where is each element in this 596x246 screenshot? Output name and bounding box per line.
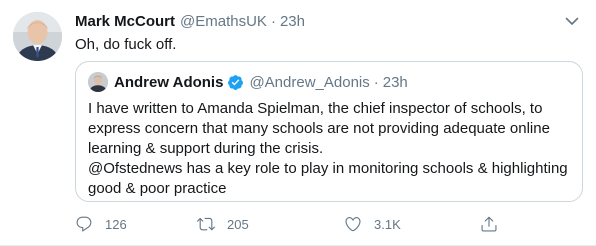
retweet-button[interactable]: 205 — [197, 212, 249, 236]
author-avatar[interactable] — [13, 12, 62, 61]
retweet-icon — [197, 217, 215, 231]
header-separator: · — [270, 12, 276, 30]
quoted-tweet-text: I have written to Amanda Spielman, the c… — [88, 99, 574, 199]
tweet-text: Oh, do fuck off. — [75, 36, 177, 53]
more-options-chevron-down-icon[interactable] — [563, 12, 581, 30]
quoted-header-separator: · — [373, 73, 379, 91]
tweet-actions: 126 205 3.1K — [75, 212, 583, 236]
author-name[interactable]: Mark McCourt — [75, 13, 175, 30]
heart-icon — [345, 217, 361, 232]
reply-count: 126 — [105, 216, 127, 232]
quoted-text-line: express concern that many schools are no… — [88, 120, 550, 137]
like-count: 3.1K — [374, 216, 401, 232]
tweet-header: Mark McCourt @EmathsUK · 23h — [75, 10, 583, 32]
quoted-author-handle: @Andrew_Adonis — [249, 73, 370, 91]
quoted-author-avatar — [88, 72, 108, 92]
quoted-tweet[interactable]: Andrew Adonis @Andrew_Adonis · 23h I hav… — [75, 61, 583, 202]
quoted-text-line: I have written to Amanda Spielman, the c… — [88, 100, 543, 117]
share-icon — [481, 216, 497, 232]
like-button[interactable]: 3.1K — [344, 212, 401, 236]
quoted-tweet-timestamp: 23h — [382, 73, 408, 91]
author-handle[interactable]: @EmathsUK — [180, 13, 267, 30]
quoted-tweet-header: Andrew Adonis @Andrew_Adonis · 23h — [88, 72, 408, 92]
tweet-content: Mark McCourt @EmathsUK · 23h Oh, do fuck… — [75, 10, 583, 55]
quoted-author-avatar-image — [88, 72, 108, 92]
tweet-card[interactable]: Mark McCourt @EmathsUK · 23h Oh, do fuck… — [0, 0, 596, 246]
reply-button[interactable]: 126 — [75, 212, 127, 236]
quoted-author-name: Andrew Adonis — [114, 73, 224, 91]
author-avatar-image — [13, 12, 62, 61]
retweet-count: 205 — [227, 216, 249, 232]
quoted-text-line: @Ofstednews has a key role to play in mo… — [88, 160, 568, 177]
tweet-timestamp[interactable]: 23h — [280, 13, 305, 30]
quoted-text-line: learning & support during the crisis. — [88, 140, 324, 157]
reply-icon — [76, 216, 92, 232]
quoted-text-line: good & poor practice — [88, 180, 227, 197]
share-button[interactable] — [480, 212, 498, 236]
verified-badge-icon — [228, 74, 244, 90]
